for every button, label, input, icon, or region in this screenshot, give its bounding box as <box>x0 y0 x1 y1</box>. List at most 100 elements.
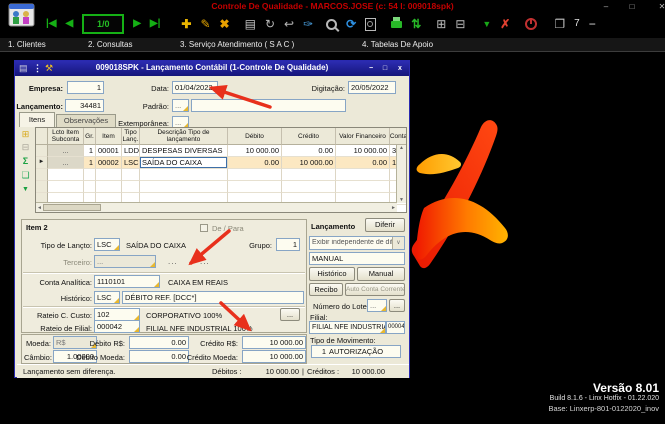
de-para-checkbox[interactable] <box>200 224 208 232</box>
chevron-down-icon[interactable]: ∨ <box>392 237 404 249</box>
menu-tabelas[interactable]: 4. Tabelas De Apoio <box>362 40 433 49</box>
filial-code-field[interactable]: 000042 <box>386 321 405 334</box>
recibo-button[interactable]: Recibo <box>309 283 343 296</box>
grid-header[interactable]: Valor Financeiro <box>336 128 390 145</box>
manual-field[interactable]: MANUAL <box>309 252 405 265</box>
cell-tipo[interactable]: LSC <box>122 157 140 169</box>
lancamento-field[interactable]: 34481 <box>65 99 104 112</box>
credito-rs-field[interactable]: 10 000.00 <box>242 336 306 349</box>
refresh-icon[interactable]: ⟳ <box>346 18 356 30</box>
empresa-field[interactable]: 1 <box>67 81 104 94</box>
historico-field[interactable]: DÉBITO REF. [DCC*] <box>122 291 304 304</box>
grid-header[interactable]: Gr. <box>84 128 96 145</box>
conta-analitica-field[interactable]: 1110101 <box>94 275 160 288</box>
grid-horizontal-scrollbar[interactable]: ◄ ► <box>36 202 397 212</box>
delete-icon[interactable]: ✖ <box>220 18 230 30</box>
exibir-dropdown[interactable]: Exibir independente de difere ∨ <box>309 236 405 250</box>
digitacao-field[interactable]: 20/05/2022 <box>348 81 396 94</box>
grid-remove-row-icon[interactable]: ⊟ <box>18 142 33 152</box>
doc-add-icon[interactable]: ⊞ <box>436 18 446 30</box>
search-icon[interactable] <box>326 18 338 30</box>
grid-header[interactable]: Débito <box>228 128 282 145</box>
edit-icon[interactable]: ✎ <box>200 18 210 30</box>
collapse-icon[interactable]: − <box>589 18 596 30</box>
lancamentos-grid[interactable]: Lcto Item Subconta Gr. Item Tipo Lanç. D… <box>35 127 407 213</box>
cell-tipo[interactable]: LDD <box>122 145 140 157</box>
nav-prev-icon[interactable]: ◀ <box>66 18 74 30</box>
scroll-right-icon[interactable]: ► <box>391 205 396 211</box>
table-row-empty[interactable] <box>36 169 406 181</box>
grid-header[interactable]: Descrição Tipo de lançamento <box>140 128 228 145</box>
rateio-cc-browse-button[interactable]: ... <box>280 308 300 321</box>
scroll-left-icon[interactable]: ◄ <box>37 205 42 211</box>
tab-observacoes[interactable]: Observações <box>56 114 116 127</box>
window-minimize-button[interactable]: – <box>599 2 613 11</box>
cell-lcto[interactable]: ... <box>48 157 84 169</box>
cell-valor[interactable]: 10 000.00 <box>336 145 390 157</box>
dialog-minimize-button[interactable]: − <box>365 63 377 74</box>
add-icon[interactable]: ✚ <box>181 18 191 30</box>
window-maximize-button[interactable]: □ <box>625 2 639 11</box>
cell-credito[interactable]: 0.00 <box>282 145 336 157</box>
manual-button[interactable]: Manual <box>357 267 405 281</box>
rateio-filial-field[interactable]: 000042 <box>94 320 140 333</box>
preview-icon[interactable] <box>365 17 377 31</box>
filial-field[interactable]: FILIAL NFE INDUSTRIA <box>309 321 386 334</box>
grid-add-row-icon[interactable]: ⊞ <box>18 129 33 139</box>
monitors-icon[interactable]: ❐ <box>554 18 565 30</box>
cell-item[interactable]: 00002 <box>96 157 122 169</box>
padrao-desc-field[interactable] <box>191 99 346 112</box>
filter-icon[interactable]: ▼ <box>482 18 491 30</box>
cell-gr[interactable]: 1 <box>84 145 96 157</box>
menu-clientes[interactable]: 1. Clientes <box>8 40 46 49</box>
dialog-close-button[interactable]: x <box>394 63 406 74</box>
printer-icon[interactable] <box>391 16 403 28</box>
cell-gr[interactable]: 1 <box>84 157 96 169</box>
grid-header[interactable]: Lcto Item Subconta <box>48 128 84 145</box>
tipo-lancto-field[interactable]: LSC <box>94 238 120 251</box>
dialog-maximize-button[interactable]: □ <box>379 63 391 74</box>
cell-descricao[interactable]: DESPESAS DIVERSAS <box>140 145 228 157</box>
historico-code-field[interactable]: LSC <box>94 291 120 304</box>
debito-rs-field[interactable]: 0.00 <box>129 336 189 349</box>
tab-itens[interactable]: Itens <box>19 112 55 127</box>
terceiro-field[interactable]: ... <box>94 255 156 268</box>
table-row-empty[interactable] <box>36 181 406 193</box>
filter-clear-icon[interactable]: ✗ <box>500 18 510 30</box>
window-close-button[interactable]: ✕ <box>655 2 665 11</box>
data-field[interactable]: 01/04/2022 <box>172 81 218 94</box>
credito-moeda-field[interactable]: 10 000.00 <box>242 350 306 363</box>
diferir-button[interactable]: Diferir <box>365 218 405 232</box>
cell-item[interactable]: 00001 <box>96 145 122 157</box>
nav-next-icon[interactable]: ▶ <box>133 18 141 30</box>
doc-remove-icon[interactable]: ⊟ <box>455 18 465 30</box>
grid-vertical-scrollbar[interactable]: ▲ ▼ <box>396 145 406 203</box>
grid-header[interactable]: Tipo Lanç. <box>122 128 140 145</box>
clean-icon[interactable]: ✑ <box>303 18 313 30</box>
grid-copy-icon[interactable]: ❏ <box>18 170 33 180</box>
cell-lcto[interactable]: ... <box>48 145 84 157</box>
numero-lote-browse-button[interactable]: ... <box>389 299 405 312</box>
menu-consultas[interactable]: 2. Consultas <box>88 40 132 49</box>
cell-debito[interactable]: 10 000.00 <box>228 145 282 157</box>
scroll-down-icon[interactable]: ▼ <box>399 197 404 203</box>
save-icon[interactable]: ▤ <box>245 18 256 30</box>
auto-conta-corrente-button[interactable]: Auto Conta Corrente <box>345 283 405 296</box>
cell-descricao[interactable]: SAÍDA DO CAIXA <box>140 157 228 169</box>
cell-debito[interactable]: 0.00 <box>228 157 282 169</box>
grid-header[interactable]: Item <box>96 128 122 145</box>
redo-icon[interactable]: ↻ <box>265 18 275 30</box>
table-row[interactable]: ... 1 00001 LDD DESPESAS DIVERSAS 10 000… <box>36 145 406 157</box>
nav-last-icon[interactable]: ▶| <box>150 18 161 30</box>
scroll-up-icon[interactable]: ▲ <box>399 145 404 151</box>
table-row-selected[interactable]: ► ... 1 00002 LSC SAÍDA DO CAIXA 0.00 10… <box>36 157 406 169</box>
historico-button[interactable]: Histórico <box>309 267 355 281</box>
nav-first-icon[interactable]: |◀ <box>46 18 57 30</box>
grid-header[interactable]: Conta <box>390 128 406 145</box>
undo-icon[interactable]: ↩ <box>284 18 294 30</box>
menu-sac[interactable]: 3. Serviço Atendimento ( S A C ) <box>180 40 294 49</box>
numero-lote-field[interactable]: ... <box>367 299 387 312</box>
dialog-titlebar[interactable]: ▤ ⋮ ⚒ 009018SPK - Lançamento Contábil (1… <box>15 61 409 76</box>
scroll-thumb[interactable] <box>42 204 101 211</box>
grupo-field[interactable]: 1 <box>276 238 300 251</box>
